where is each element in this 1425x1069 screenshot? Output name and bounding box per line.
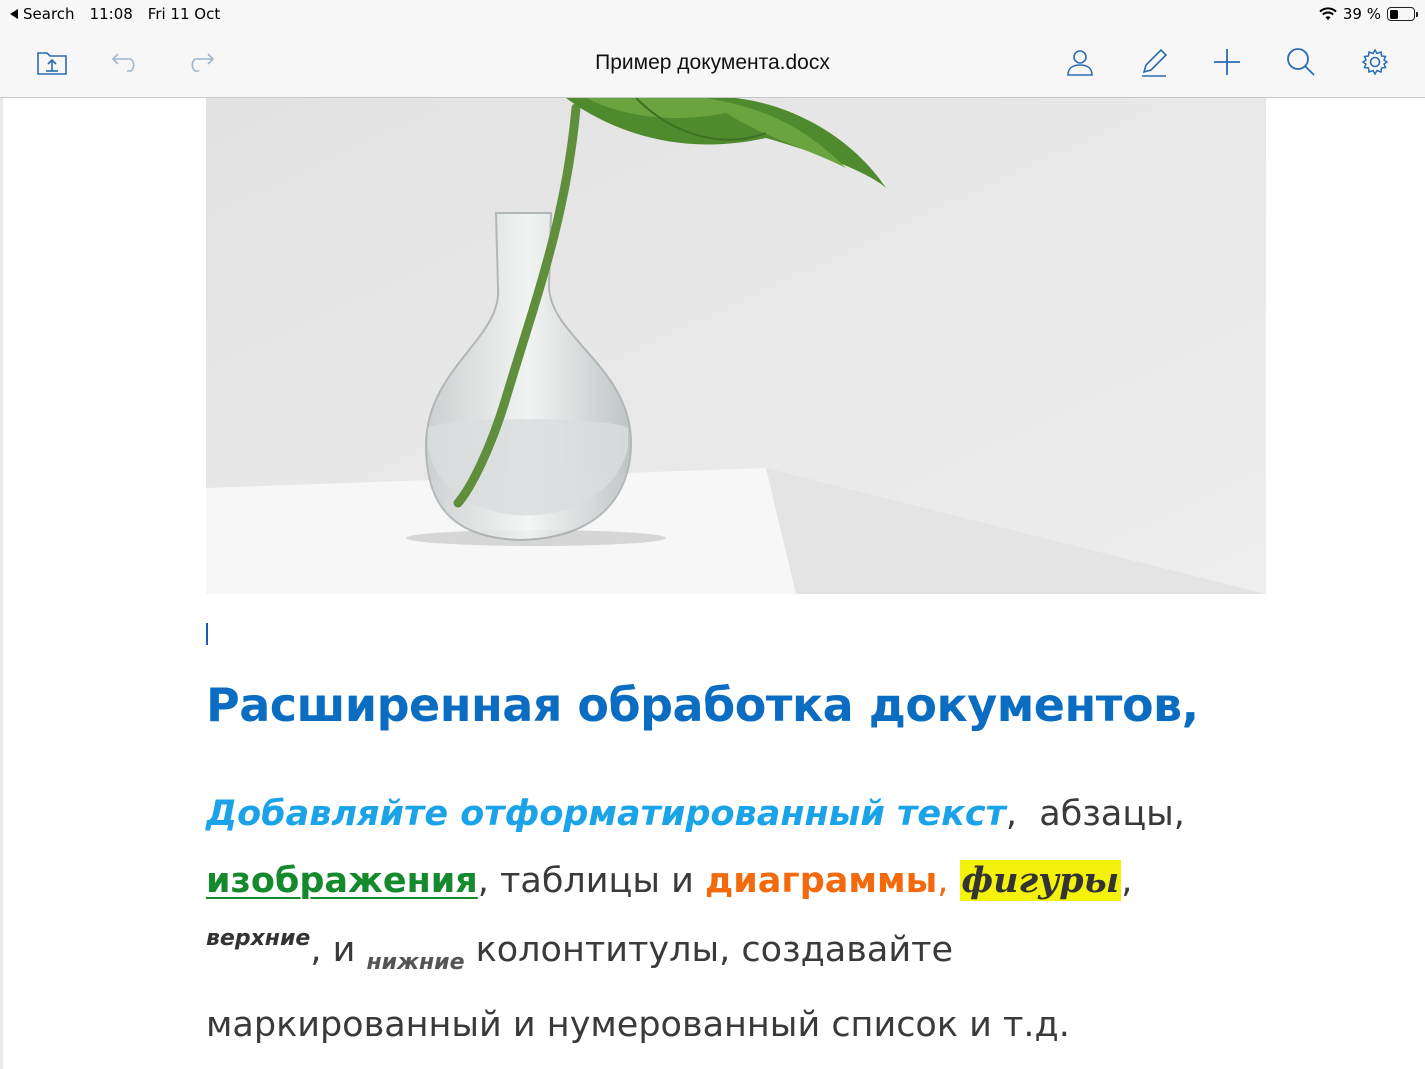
document-image[interactable] <box>206 98 1266 594</box>
user-button[interactable] <box>1060 42 1100 82</box>
shapes-highlighted-text: фигуры <box>959 860 1122 901</box>
status-date: Fri 11 Oct <box>147 5 221 23</box>
battery-percent: 39 % <box>1342 5 1381 23</box>
search-icon <box>1287 48 1315 76</box>
paragraphs-text: абзацы, <box>1017 794 1185 834</box>
charts-text: диаграммы <box>705 861 938 901</box>
add-button[interactable] <box>1207 42 1247 82</box>
document-heading[interactable]: Расширенная обработка документов, <box>206 678 1199 732</box>
document-edge <box>0 98 3 1069</box>
vase-plant-image <box>206 98 1266 594</box>
status-time: 11:08 <box>89 5 133 23</box>
formatted-text-span: Добавляйте отформатированный текст <box>206 794 1006 834</box>
battery-icon <box>1387 7 1418 21</box>
comma-text: , <box>1005 794 1017 834</box>
charts-comma: , <box>937 861 960 901</box>
end-comma: , <box>1121 861 1133 901</box>
text-cursor <box>206 623 208 645</box>
search-button[interactable] <box>1281 42 1321 82</box>
plus-icon <box>1214 49 1240 75</box>
paragraph-line-4[interactable]: маркированный и нумерованный список и т.… <box>206 1005 1070 1045</box>
images-link-text: изображения <box>206 861 478 901</box>
tables-text: , таблицы и <box>477 861 706 901</box>
paragraph-line-3[interactable]: верхние, и нижние колонтитулы, создавайт… <box>206 926 953 975</box>
gear-icon <box>1361 48 1389 76</box>
paragraph-line-1[interactable]: Добавляйте отформатированный текст, абза… <box>206 794 1185 834</box>
status-bar: Search 11:08 Fri 11 Oct 39 % <box>0 0 1425 28</box>
superscript-text: верхние <box>206 926 311 951</box>
toolbar: Пример документа.docx <box>0 28 1425 98</box>
edit-button[interactable] <box>1134 42 1174 82</box>
user-icon <box>1067 50 1093 76</box>
settings-button[interactable] <box>1355 42 1395 82</box>
headers-footers-text: колонтитулы, создавайте <box>464 930 953 970</box>
subscript-text: нижние <box>366 950 465 975</box>
and-text: , и <box>310 930 367 970</box>
back-arrow-icon[interactable] <box>10 9 18 19</box>
battery-fill <box>1389 9 1399 19</box>
wifi-icon <box>1319 7 1337 20</box>
pen-icon <box>1142 48 1168 77</box>
back-to-search-link[interactable]: Search <box>23 5 75 23</box>
paragraph-line-2[interactable]: изображения, таблицы и диаграммы, фигуры… <box>206 860 1132 901</box>
